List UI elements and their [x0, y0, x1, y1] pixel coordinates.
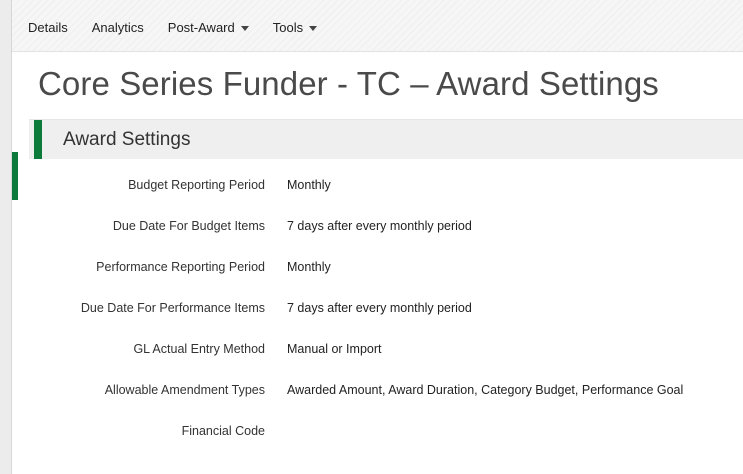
setting-row-due-date-budget-items: Due Date For Budget Items 7 days after e…: [0, 206, 743, 247]
setting-row-gl-actual-entry-method: GL Actual Entry Method Manual or Import: [0, 329, 743, 370]
setting-label: GL Actual Entry Method: [133, 342, 265, 356]
setting-value: Monthly: [287, 178, 331, 192]
nav-item-details[interactable]: Details: [12, 20, 80, 35]
nav-item-label: Tools: [272, 19, 304, 35]
nav-item-label: Post-Award: [167, 19, 235, 35]
settings-list: Budget Reporting Period Monthly Due Date…: [0, 165, 743, 452]
setting-label: Financial Code: [181, 424, 265, 438]
top-nav: Details Analytics Post-Award Tools: [12, 0, 743, 52]
section-accent-bar: [34, 120, 42, 159]
setting-label: Allowable Amendment Types: [104, 383, 265, 397]
nav-item-label: Details: [28, 19, 68, 35]
nav-item-post-award[interactable]: Post-Award: [156, 20, 261, 35]
chevron-down-icon: [240, 25, 249, 31]
section-header: Award Settings: [29, 119, 743, 159]
setting-value: Monthly: [287, 260, 331, 274]
setting-row-due-date-performance-items: Due Date For Performance Items 7 days af…: [0, 288, 743, 329]
setting-label: Due Date For Performance Items: [80, 301, 265, 315]
setting-label: Performance Reporting Period: [96, 260, 265, 274]
setting-row-performance-reporting-period: Performance Reporting Period Monthly: [0, 247, 743, 288]
page-title: Core Series Funder - TC – Award Settings: [38, 65, 659, 102]
nav-item-tools[interactable]: Tools: [261, 20, 329, 35]
setting-value: Manual or Import: [287, 342, 382, 356]
setting-label: Budget Reporting Period: [128, 178, 265, 192]
setting-value: 7 days after every monthly period: [287, 301, 472, 315]
section-title: Award Settings: [63, 129, 191, 150]
setting-row-budget-reporting-period: Budget Reporting Period Monthly: [0, 165, 743, 206]
setting-row-financial-code: Financial Code: [0, 411, 743, 452]
app-window: Details Analytics Post-Award Tools Core …: [0, 0, 743, 474]
chevron-down-icon: [309, 25, 318, 31]
setting-label: Due Date For Budget Items: [112, 219, 265, 233]
nav-item-analytics[interactable]: Analytics: [80, 20, 156, 35]
nav-item-label: Analytics: [91, 19, 144, 35]
top-nav-items: Details Analytics Post-Award Tools: [12, 15, 329, 39]
setting-value: Awarded Amount, Award Duration, Category…: [287, 383, 684, 397]
setting-value: 7 days after every monthly period: [287, 219, 472, 233]
setting-row-allowable-amendment-types: Allowable Amendment Types Awarded Amount…: [0, 370, 743, 411]
